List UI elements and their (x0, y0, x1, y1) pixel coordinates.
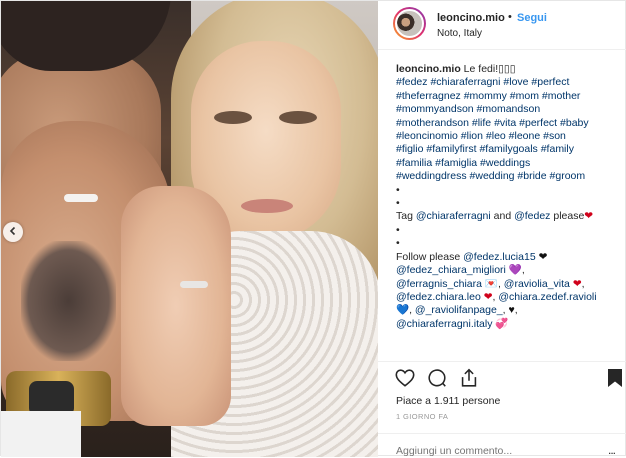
heart-emoji-icon: ❤ (538, 250, 548, 263)
bullet: • (396, 237, 400, 250)
likes-count[interactable]: Piace a 1.911 persone (396, 395, 500, 407)
action-bar (378, 361, 626, 392)
hashtag-line[interactable]: #weddingdress #wedding #bride #groom (396, 170, 614, 183)
tag-prefix: Tag (396, 210, 416, 223)
hashtag-line[interactable]: #familia #famiglia #weddings (396, 157, 614, 170)
follow-button[interactable]: Segui (517, 12, 547, 24)
tag-and: and (490, 210, 515, 223)
caption: leoncino.mio Le fedi!▯▯▯ #fedez #chiaraf… (396, 63, 614, 359)
mention-link[interactable]: @chiaraferragni.italy (396, 318, 492, 330)
comma: , (514, 304, 518, 317)
add-comment-bar: ... (378, 433, 626, 458)
chevron-left-icon (8, 226, 18, 239)
heart-emoji-icon: ❤ (572, 277, 582, 290)
post-side-panel: leoncino.mio • Segui Noto, Italy leoncin… (378, 1, 626, 457)
photo-woman-hand (121, 186, 231, 426)
mention-link[interactable]: @ferragnis_chiara (396, 278, 482, 290)
comma: , (521, 264, 525, 277)
comma: , (497, 277, 501, 290)
heart-icon[interactable] (394, 367, 416, 389)
mention-link[interactable]: @fedez (514, 210, 550, 222)
tag-suffix: please (550, 210, 585, 223)
photo-tattoo (21, 241, 116, 361)
caption-text: Le fedi! (460, 63, 499, 75)
heart-emoji-icon: ❤ (483, 290, 493, 303)
photo-sleeve (1, 411, 81, 457)
mention-link[interactable]: @chiaraferragni (416, 210, 491, 222)
heart-emoji-icon: 💜 (508, 264, 522, 277)
mention-link[interactable]: @raviolia_vita (504, 278, 570, 290)
photo-ring (64, 194, 98, 202)
photo-eye (214, 111, 252, 124)
mention-link[interactable]: @_raviolifanpage_ (415, 304, 503, 316)
comment-icon[interactable] (426, 367, 448, 389)
comma: , (502, 304, 506, 317)
letter-emoji-icon: 💌 (484, 277, 498, 290)
photo-ring (180, 281, 208, 288)
mention-link[interactable]: @fedez.lucia15 (463, 251, 536, 263)
hashtag-line[interactable]: #mommyandson #momandson (396, 103, 614, 116)
carousel-prev-button[interactable] (3, 222, 23, 242)
comma: , (409, 304, 412, 317)
hashtag-line[interactable]: #fedez #chiaraferragni #love #perfect (396, 76, 614, 89)
hashtag-line[interactable]: #figlio #familyfirst #familygoals #famil… (396, 143, 614, 156)
photo-eye (279, 111, 317, 124)
caption-emoji: ▯▯▯ (498, 63, 516, 75)
separator-dot: • (508, 11, 512, 23)
bookmark-icon[interactable] (606, 367, 626, 389)
photo-lips (241, 199, 293, 213)
post-header: leoncino.mio • Segui Noto, Italy (378, 1, 626, 50)
mention-link[interactable]: @fedez.chiara.leo (396, 291, 481, 303)
mention-link[interactable]: @fedez_chiara_migliori (396, 264, 506, 276)
location-link[interactable]: Noto, Italy (437, 28, 482, 39)
comma: , (492, 290, 496, 303)
caption-username[interactable]: leoncino.mio (396, 63, 461, 75)
more-options-icon[interactable]: ... (608, 443, 616, 457)
avatar[interactable] (393, 7, 426, 40)
hashtag-line[interactable]: #motherandson #life #vita #perfect #baby (396, 117, 614, 130)
mention-link[interactable]: @chiara.zedef.ravioli (498, 291, 596, 303)
username-link[interactable]: leoncino.mio (437, 12, 505, 24)
hashtag-line[interactable]: #leoncinomio #lion #leo #leone #son (396, 130, 614, 143)
heart-emoji-icon: 💞 (495, 317, 509, 330)
hashtag-line[interactable]: #theferragnez #mommy #mom #mother (396, 90, 614, 103)
instagram-post: leoncino.mio • Segui Noto, Italy leoncin… (0, 0, 626, 457)
heart-emoji-icon: ❤ (584, 210, 594, 223)
bullet: • (396, 223, 400, 236)
post-timestamp[interactable]: 1 GIORNO FA (396, 412, 448, 421)
share-icon[interactable] (458, 367, 480, 389)
heart-emoji-icon: 💙 (396, 304, 410, 317)
bullet: • (396, 197, 400, 210)
comma: , (581, 277, 585, 290)
follow-prefix: Follow please (396, 250, 464, 263)
bullet: • (396, 183, 400, 196)
post-photo[interactable] (1, 1, 378, 457)
comment-input[interactable] (396, 445, 586, 457)
